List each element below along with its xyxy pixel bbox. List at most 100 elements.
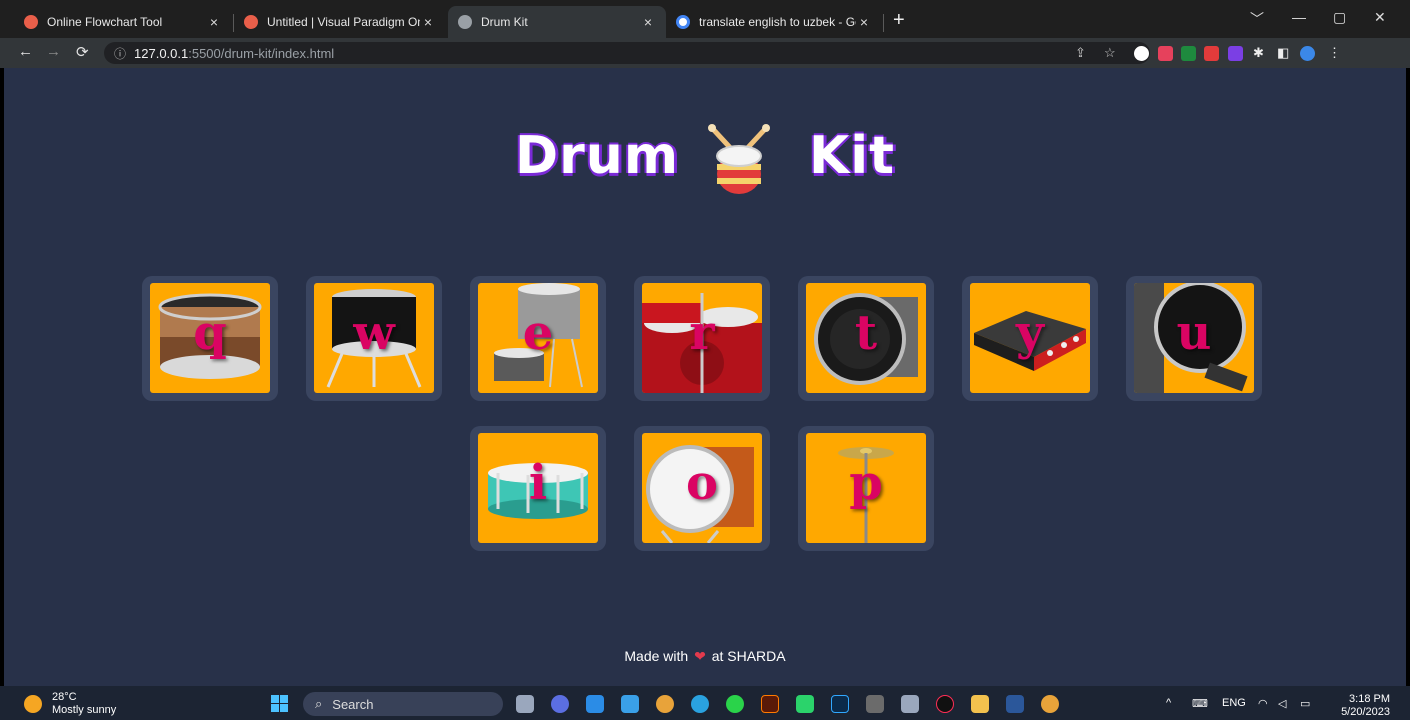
tab-title: Drum Kit xyxy=(481,15,528,29)
drum-key-label: u xyxy=(1176,305,1212,361)
telegram-icon[interactable] xyxy=(691,695,709,713)
maximize-button[interactable]: ▢ xyxy=(1333,9,1346,26)
close-tab-icon[interactable]: × xyxy=(856,14,872,30)
language-indicator[interactable]: ENG xyxy=(1222,697,1246,709)
drum-button-w[interactable]: w xyxy=(306,276,442,401)
menu-kebab-icon[interactable]: ⋮ xyxy=(1328,45,1341,61)
app-icon[interactable] xyxy=(901,695,919,713)
drum-face: p xyxy=(806,433,926,543)
visual-paradigm-favicon-icon xyxy=(244,15,258,29)
weather-sun-icon[interactable] xyxy=(24,695,42,713)
address-bar[interactable]: ⓘ 127.0.0.1 :5500/drum-kit/index.html xyxy=(104,42,1150,64)
footer: Made with ❤ at SHARDA xyxy=(4,648,1406,665)
drum-button-t[interactable]: t xyxy=(798,276,934,401)
url-host: 127.0.0.1 xyxy=(134,45,189,61)
windows-taskbar: 28°C Mostly sunny ⌕ Search ^ ⌨ ENG ◠ ◁ ▭… xyxy=(0,686,1410,720)
tab-online-flowchart-tool[interactable]: Online Flowchart Tool × xyxy=(14,6,232,38)
drum-face: w xyxy=(314,283,434,393)
tab-search-icon[interactable]: ﹀ xyxy=(1250,9,1264,29)
tray-chevron-icon[interactable]: ^ xyxy=(1166,697,1171,709)
back-arrow-icon[interactable]: ← xyxy=(18,43,33,60)
extensions-puzzle-icon[interactable]: ✱ xyxy=(1253,45,1264,61)
drum-button-e[interactable]: e xyxy=(470,276,606,401)
reload-icon[interactable]: ⟳ xyxy=(76,43,89,61)
tab-google-translate[interactable]: translate english to uzbek - Goo × xyxy=(666,6,882,38)
drum-button-o[interactable]: o xyxy=(634,426,770,551)
title-left-text: Drum xyxy=(515,126,680,186)
drum-button-i[interactable]: i xyxy=(470,426,606,551)
weather-description[interactable]: Mostly sunny xyxy=(52,704,116,716)
drum-key-label: e xyxy=(522,305,554,361)
photoshop-icon[interactable] xyxy=(831,695,849,713)
system-clock[interactable]: 3:18 PM 5/20/2023 xyxy=(1336,693,1390,719)
bookmark-star-icon[interactable]: ☆ xyxy=(1104,45,1116,61)
close-window-button[interactable]: ✕ xyxy=(1374,9,1386,26)
volume-icon[interactable]: ◁ xyxy=(1278,697,1286,710)
drum-button-y[interactable]: y xyxy=(962,276,1098,401)
side-panel-icon[interactable]: ◧ xyxy=(1277,45,1289,61)
site-info-icon[interactable]: ⓘ xyxy=(114,45,126,62)
profile-avatar[interactable] xyxy=(1300,46,1315,61)
drum-key-label: o xyxy=(685,455,718,511)
task-view-icon[interactable] xyxy=(516,695,534,713)
drum-face: u xyxy=(1134,283,1254,393)
tab-visual-paradigm[interactable]: Untitled | Visual Paradigm Online × xyxy=(234,6,446,38)
tab-title: Untitled | Visual Paradigm Online xyxy=(267,15,420,29)
clock-time: 3:18 PM xyxy=(1349,693,1390,705)
minimize-button[interactable]: — xyxy=(1292,9,1306,25)
app-icon[interactable] xyxy=(796,695,814,713)
tiktok-icon[interactable] xyxy=(936,695,954,713)
drum-button-r[interactable]: r xyxy=(634,276,770,401)
drum-button-q[interactable]: q xyxy=(142,276,278,401)
drum-face: q xyxy=(150,283,270,393)
close-tab-icon[interactable]: × xyxy=(420,14,436,30)
taskbar-search[interactable]: ⌕ Search xyxy=(303,692,503,716)
drum-button-p[interactable]: p xyxy=(798,426,934,551)
battery-icon[interactable]: ▭ xyxy=(1300,697,1310,710)
drum-face: o xyxy=(642,433,762,543)
illustrator-icon[interactable] xyxy=(761,695,779,713)
app-green-icon[interactable] xyxy=(726,695,744,713)
chat-icon[interactable] xyxy=(551,695,569,713)
pdf-extension-icon[interactable] xyxy=(1204,46,1219,61)
new-tab-button[interactable]: + xyxy=(893,10,905,30)
chrome-icon[interactable] xyxy=(656,695,674,713)
visual-paradigm-favicon-icon xyxy=(24,15,38,29)
drum-key-label: q xyxy=(193,305,227,361)
forward-arrow-icon[interactable]: → xyxy=(46,43,61,60)
tab-drum-kit[interactable]: Drum Kit × xyxy=(448,6,666,38)
drum-key-label: r xyxy=(689,305,715,361)
footer-prefix: Made with xyxy=(624,648,689,664)
drum-key-label: y xyxy=(1016,305,1044,361)
app-icon[interactable] xyxy=(866,695,884,713)
word-icon[interactable] xyxy=(1006,695,1024,713)
footer-suffix: at SHARDA xyxy=(711,648,786,664)
vscode-icon[interactable] xyxy=(586,695,604,713)
drum-key-label: p xyxy=(849,455,883,511)
url-path: :5500/drum-kit/index.html xyxy=(188,45,335,61)
chrome-icon[interactable] xyxy=(1041,695,1059,713)
drum-face: t xyxy=(806,283,926,393)
browser-tab-bar: Online Flowchart Tool × Untitled | Visua… xyxy=(0,0,1410,38)
close-tab-icon[interactable]: × xyxy=(640,14,656,30)
wifi-icon[interactable]: ◠ xyxy=(1258,697,1268,710)
remote-desktop-icon[interactable] xyxy=(621,695,639,713)
weather-temperature[interactable]: 28°C xyxy=(52,691,77,703)
extension-icon[interactable] xyxy=(1134,46,1149,61)
extension-icon[interactable] xyxy=(1181,46,1196,61)
page-title: Drum Kit xyxy=(4,126,1406,186)
tab-title: translate english to uzbek - Goo xyxy=(699,15,856,29)
file-explorer-icon[interactable] xyxy=(971,695,989,713)
drum-button-u[interactable]: u xyxy=(1126,276,1262,401)
keyboard-icon[interactable]: ⌨ xyxy=(1192,697,1208,710)
drum-face: r xyxy=(642,283,762,393)
extension-icon[interactable] xyxy=(1228,46,1243,61)
drum-key-label: w xyxy=(353,305,395,361)
tab-separator xyxy=(883,14,884,32)
close-tab-icon[interactable]: × xyxy=(206,14,222,30)
globe-favicon-icon xyxy=(458,15,472,29)
windows-start-icon[interactable] xyxy=(271,695,288,712)
share-icon[interactable]: ⇪ xyxy=(1075,45,1086,61)
extension-icon[interactable] xyxy=(1158,46,1173,61)
search-icon: ⌕ xyxy=(315,696,323,711)
